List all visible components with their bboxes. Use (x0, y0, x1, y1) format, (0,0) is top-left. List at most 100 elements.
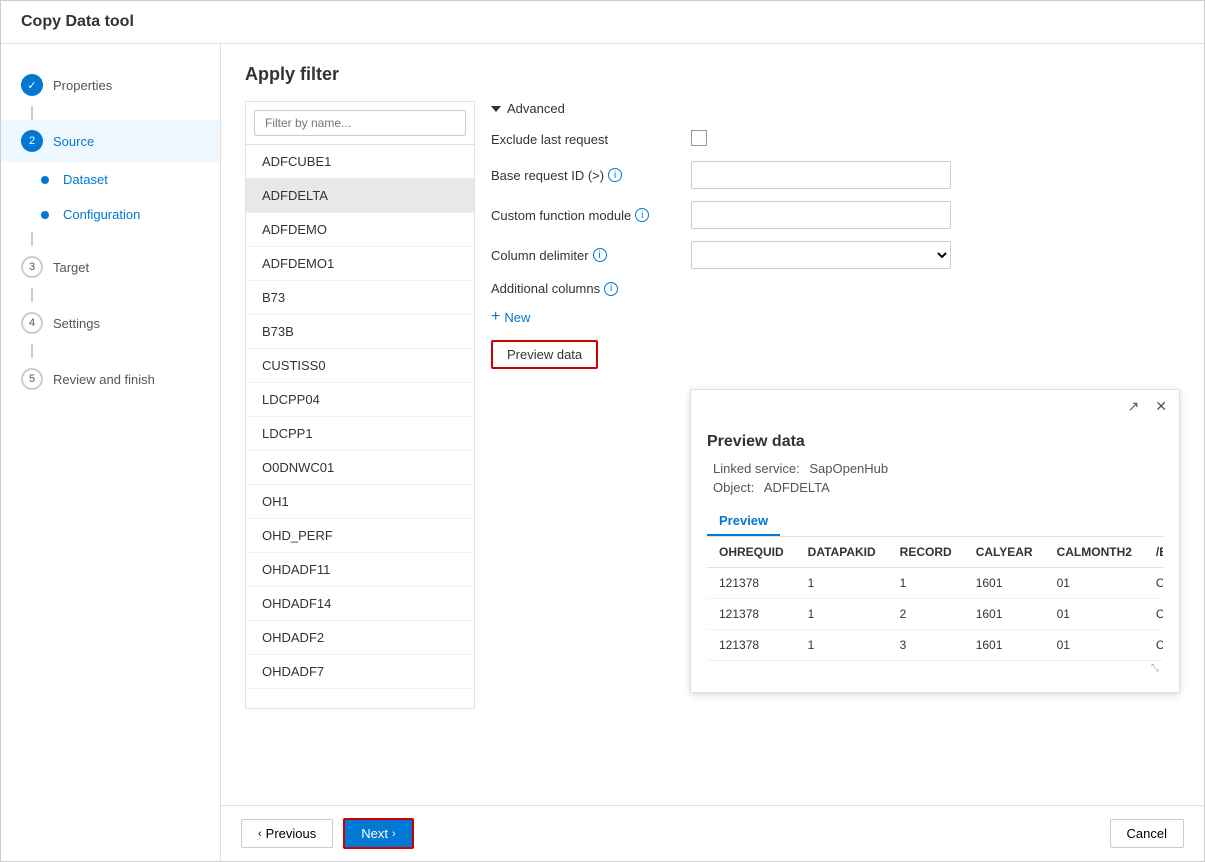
filter-item-ohdadf2[interactable]: OHDADF2 (246, 621, 474, 655)
cancel-button[interactable]: Cancel (1110, 819, 1184, 848)
preview-tabs: Preview (707, 507, 1163, 537)
filter-panel: ADFCUBE1 ADFDELTA ADFDEMO ADFDEMO1 B73 B… (245, 101, 475, 709)
sidebar-item-dataset[interactable]: Dataset (1, 162, 220, 197)
dot-dataset (41, 176, 49, 184)
sidebar-label-review: Review and finish (53, 372, 155, 387)
step-circle-properties: ✓ (21, 74, 43, 96)
control-exclude (691, 130, 951, 149)
sidebar-connector-2 (31, 232, 33, 246)
control-column-delimiter (691, 241, 951, 269)
cell-datapakid-1: 1 (796, 568, 888, 599)
col-header-record: RECORD (888, 537, 964, 568)
filter-item-adfcube1[interactable]: ADFCUBE1 (246, 145, 474, 179)
content-area: Apply filter ADFCUBE1 ADFDELTA ADFDEMO (221, 44, 1204, 861)
sidebar-label-dataset: Dataset (63, 172, 108, 187)
filter-search-container (246, 102, 474, 145)
next-button[interactable]: Next › (343, 818, 413, 849)
preview-table-wrap: OHREQUID DATAPAKID RECORD CALYEAR CALMON… (707, 537, 1163, 661)
close-icon-button[interactable]: ✕ (1151, 396, 1171, 417)
cell-ohrequid-1: 121378 (707, 568, 796, 599)
step-circle-settings: 4 (21, 312, 43, 334)
filter-item-ohdadf7[interactable]: OHDADF7 (246, 655, 474, 689)
cell-ohrequid-3: 121378 (707, 630, 796, 661)
content-body: Apply filter ADFCUBE1 ADFDELTA ADFDEMO (221, 44, 1204, 805)
sidebar-item-target[interactable]: 3 Target (1, 246, 220, 288)
preview-popup: ↗ ✕ Preview data Linked service: SapOpen… (690, 389, 1180, 693)
col-header-calyear: CALYEAR (964, 537, 1045, 568)
cell-record-1: 1 (888, 568, 964, 599)
form-row-additional-columns: Additional columns i (491, 281, 1180, 296)
filter-item-b73b[interactable]: B73B (246, 315, 474, 349)
form-row-custom-function: Custom function module i (491, 201, 1180, 229)
filter-item-ohdadf14[interactable]: OHDADF14 (246, 587, 474, 621)
info-icon-column-delimiter[interactable]: i (593, 248, 607, 262)
filter-item-ldcpp04[interactable]: LDCPP04 (246, 383, 474, 417)
cell-bic-2: CH02 (1144, 599, 1163, 630)
filter-item-o0dnwc01[interactable]: O0DNWC01 (246, 451, 474, 485)
table-row: 121378 1 2 1601 01 CH02 (707, 599, 1163, 630)
triangle-icon (491, 106, 501, 112)
step-circle-target: 3 (21, 256, 43, 278)
filter-item-ohd-perf[interactable]: OHD_PERF (246, 519, 474, 553)
sidebar-label-target: Target (53, 260, 89, 275)
sidebar-item-settings[interactable]: 4 Settings (1, 302, 220, 344)
filter-item-custiss0[interactable]: CUSTISS0 (246, 349, 474, 383)
sidebar-item-review[interactable]: 5 Review and finish (1, 358, 220, 400)
cell-record-2: 2 (888, 599, 964, 630)
control-custom-function (691, 201, 951, 229)
control-base-request (691, 161, 951, 189)
section-title: Apply filter (245, 64, 1180, 85)
info-icon-base-request[interactable]: i (608, 168, 622, 182)
dot-configuration (41, 211, 49, 219)
preview-object-value: ADFDELTA (764, 480, 830, 495)
sidebar-connector-4 (31, 344, 33, 358)
advanced-label: Advanced (507, 101, 565, 116)
preview-table-header-row: OHREQUID DATAPAKID RECORD CALYEAR CALMON… (707, 537, 1163, 568)
label-exclude: Exclude last request (491, 132, 691, 147)
resize-handle: ⤡ (707, 661, 1163, 676)
input-custom-function[interactable] (691, 201, 951, 229)
step-circle-source: 2 (21, 130, 43, 152)
sidebar-label-source: Source (53, 134, 94, 149)
filter-item-adfdemo[interactable]: ADFDEMO (246, 213, 474, 247)
apply-filter-content: ADFCUBE1 ADFDELTA ADFDEMO ADFDEMO1 B73 B… (245, 101, 1180, 709)
table-row: 121378 1 1 1601 01 CH02 (707, 568, 1163, 599)
checkbox-exclude[interactable] (691, 130, 707, 146)
info-icon-additional-columns[interactable]: i (604, 282, 618, 296)
filter-list: ADFCUBE1 ADFDELTA ADFDEMO ADFDEMO1 B73 B… (246, 145, 474, 708)
expand-icon-button[interactable]: ↗ (1124, 396, 1144, 417)
filter-item-oh1[interactable]: OH1 (246, 485, 474, 519)
sidebar-item-configuration[interactable]: Configuration (1, 197, 220, 232)
filter-item-adfdemo1[interactable]: ADFDEMO1 (246, 247, 474, 281)
input-base-request[interactable] (691, 161, 951, 189)
filter-search-input[interactable] (254, 110, 466, 136)
select-column-delimiter[interactable] (691, 241, 951, 269)
sidebar-label-settings: Settings (53, 316, 100, 331)
col-header-bic: /BIC/B (1144, 537, 1163, 568)
previous-button[interactable]: ‹ Previous (241, 819, 333, 848)
filter-item-ohdadf11[interactable]: OHDADF11 (246, 553, 474, 587)
info-icon-custom-function[interactable]: i (635, 208, 649, 222)
preview-data-button[interactable]: Preview data (491, 340, 598, 369)
add-new-button[interactable]: + New (491, 308, 1180, 326)
preview-linked-service: Linked service: SapOpenHub (707, 461, 1163, 476)
filter-item-adfdelta[interactable]: ADFDELTA (246, 179, 474, 213)
sidebar-label-configuration: Configuration (63, 207, 140, 222)
col-header-datapakid: DATAPAKID (796, 537, 888, 568)
tab-preview[interactable]: Preview (707, 507, 780, 536)
cell-calyear-2: 1601 (964, 599, 1045, 630)
filter-item-ldcpp1[interactable]: LDCPP1 (246, 417, 474, 451)
advanced-toggle[interactable]: Advanced (491, 101, 1180, 116)
label-base-request: Base request ID (>) i (491, 168, 691, 183)
sidebar-item-properties[interactable]: ✓ Properties (1, 64, 220, 106)
filter-item-b73[interactable]: B73 (246, 281, 474, 315)
cell-bic-3: CH04 (1144, 630, 1163, 661)
sidebar-item-source[interactable]: 2 Source (1, 120, 220, 162)
preview-object: Object: ADFDELTA (707, 480, 1163, 495)
sidebar-connector-1 (31, 106, 33, 120)
cell-bic-1: CH02 (1144, 568, 1163, 599)
label-column-delimiter: Column delimiter i (491, 248, 691, 263)
chevron-left-icon: ‹ (258, 828, 262, 840)
form-row-exclude: Exclude last request (491, 130, 1180, 149)
app-title: Copy Data tool (1, 1, 1204, 44)
